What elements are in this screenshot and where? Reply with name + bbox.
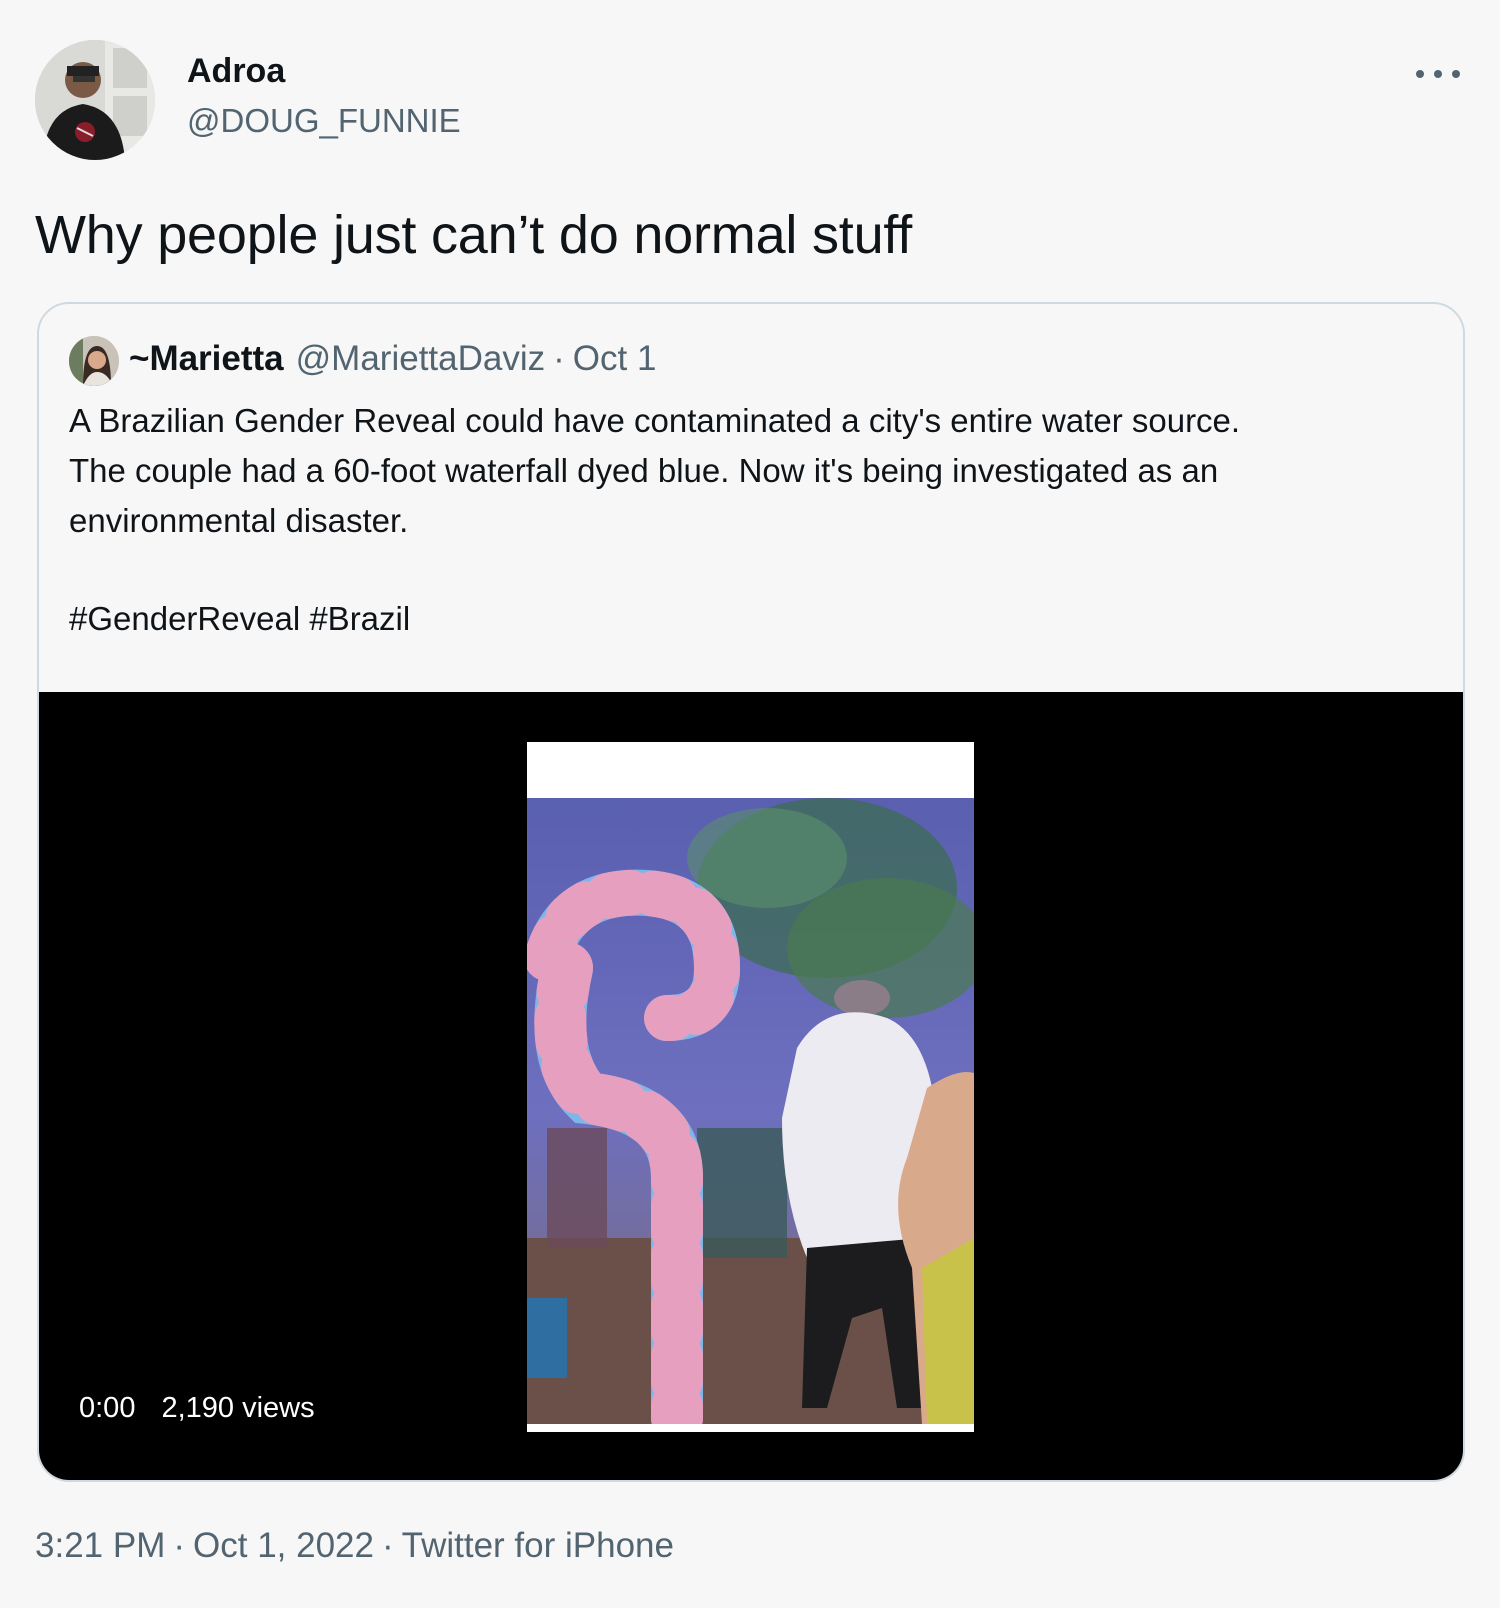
quoted-text-line: environmental disaster.	[69, 502, 409, 539]
tweet: Adroa @DOUG_FUNNIE Why people just can’t…	[0, 0, 1500, 1608]
author-display-name[interactable]: Adroa	[187, 52, 285, 91]
hashtag-brazil[interactable]: #Brazil	[309, 600, 410, 637]
quoted-text-line: A Brazilian Gender Reveal could have con…	[69, 402, 1241, 439]
quoted-tweet-date[interactable]: Oct 1	[573, 339, 657, 379]
quoted-author-avatar[interactable]	[69, 336, 119, 386]
video-thumbnail	[527, 798, 974, 1424]
quoted-author-handle[interactable]: @MariettaDaviz	[296, 339, 545, 379]
video-frame	[527, 742, 974, 1432]
video-views: 2,190 views	[161, 1392, 315, 1424]
tweet-footer: 3:21 PM · Oct 1, 2022 · Twitter for iPho…	[35, 1526, 674, 1566]
video-player[interactable]: 0:00 2,190 views	[39, 692, 1463, 1480]
tweet-time[interactable]: 3:21 PM	[35, 1526, 165, 1566]
video-duration: 0:00	[79, 1392, 136, 1424]
video-thumbnail-image	[527, 798, 974, 1424]
tweet-date[interactable]: Oct 1, 2022	[193, 1526, 374, 1566]
quoted-author-display-name[interactable]: ~Marietta	[129, 339, 284, 379]
more-dot	[1452, 70, 1460, 78]
header-separator: ·	[553, 339, 565, 378]
more-dot	[1434, 70, 1442, 78]
quoted-author-avatar-image	[69, 336, 119, 386]
tweet-source[interactable]: Twitter for iPhone	[402, 1526, 674, 1566]
quoted-text-line: The couple had a 60-foot waterfall dyed …	[69, 452, 1219, 489]
author-avatar-image	[35, 40, 155, 160]
tweet-text: Why people just can’t do normal stuff	[35, 205, 913, 265]
quoted-tweet-card[interactable]: ~Marietta @MariettaDaviz · Oct 1 A Brazi…	[37, 302, 1465, 1482]
quoted-tweet-header: ~Marietta @MariettaDaviz · Oct 1	[129, 339, 656, 379]
quoted-tweet-text: A Brazilian Gender Reveal could have con…	[69, 396, 1439, 546]
author-handle[interactable]: @DOUG_FUNNIE	[187, 102, 461, 140]
footer-separator: ·	[173, 1526, 186, 1565]
author-avatar[interactable]	[35, 40, 155, 160]
hashtag-gender-reveal[interactable]: #GenderReveal	[69, 600, 300, 637]
quoted-tweet-hashtags: #GenderReveal #Brazil	[69, 594, 410, 644]
more-horizontal-icon[interactable]	[1416, 60, 1460, 88]
more-dot	[1416, 70, 1424, 78]
video-stats: 0:00 2,190 views	[79, 1392, 315, 1425]
footer-separator: ·	[381, 1526, 394, 1565]
